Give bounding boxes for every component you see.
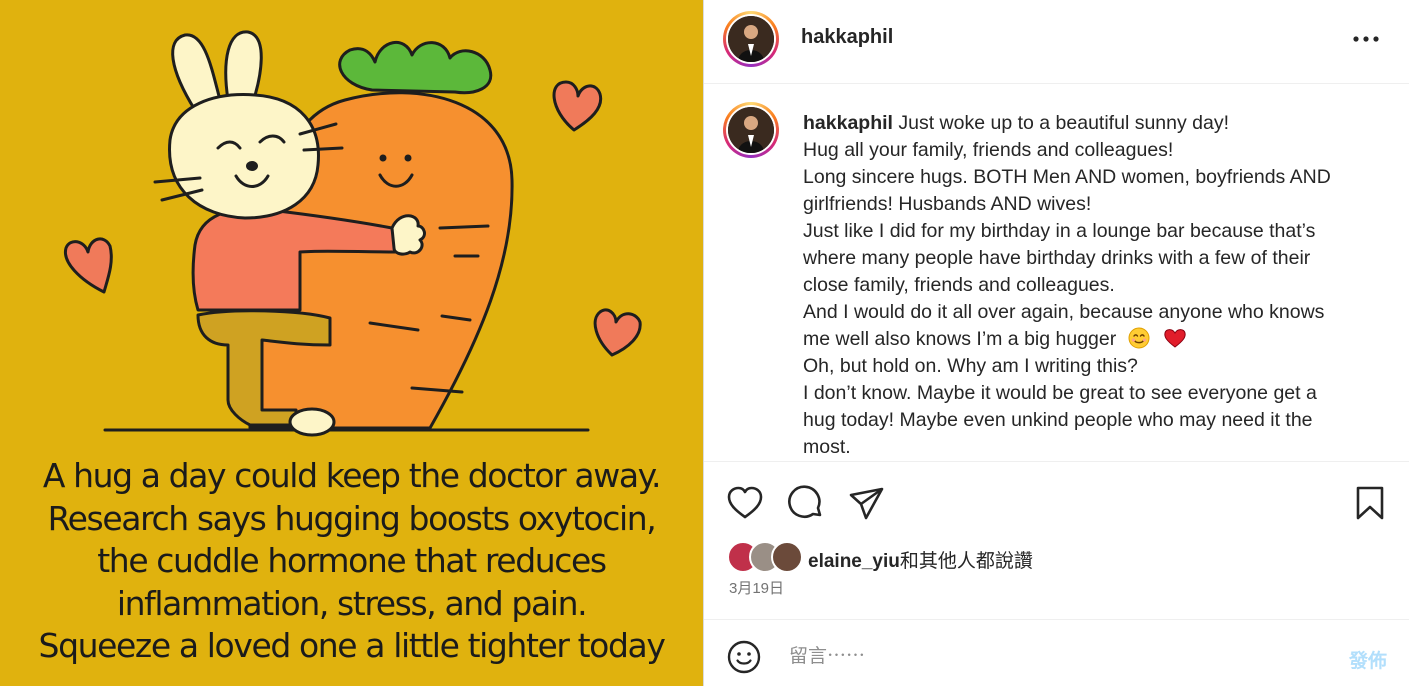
comment-input[interactable] xyxy=(787,638,1311,676)
header-username[interactable]: hakkaphil xyxy=(801,26,893,49)
caption-line: me well also knows I’m a big hugger xyxy=(803,326,1373,353)
image-caption-line: Research says hugging boosts oxytocin, xyxy=(47,498,657,538)
caption-line: where many people have birthday drinks w… xyxy=(803,247,1311,269)
bunny-hugging-carrot-illustration xyxy=(63,30,642,437)
image-caption: A hug a day could keep the doctor away. … xyxy=(0,455,703,668)
post-header: hakkaphil xyxy=(703,0,1409,84)
action-bar xyxy=(703,462,1409,542)
liker-avatar[interactable] xyxy=(771,541,803,573)
caption-line: I don’t know. Maybe it would be great to… xyxy=(803,382,1317,404)
image-caption-line: the cuddle hormone that reduces xyxy=(97,541,607,580)
red-heart-emoji xyxy=(1164,329,1186,348)
bookmark-icon[interactable] xyxy=(1350,484,1390,524)
post-comment-button[interactable]: 發佈 xyxy=(1349,646,1387,673)
likes-text: elaine_yiu和其他人都說讚 xyxy=(808,551,1033,572)
emoji-icon[interactable] xyxy=(727,640,761,674)
caption-line: hakkaphil Just woke up to a beautiful su… xyxy=(803,112,1229,134)
caption-line: hug today! Maybe even unkind people who … xyxy=(803,409,1313,431)
comment-icon[interactable] xyxy=(786,484,826,524)
avatar[interactable] xyxy=(723,11,779,67)
caption-text: hakkaphil Just woke up to a beautiful su… xyxy=(803,110,1373,461)
caption-area: hakkaphil Just woke up to a beautiful su… xyxy=(703,84,1409,461)
liker-username[interactable]: elaine_yiu xyxy=(808,551,900,572)
heart-icon[interactable] xyxy=(725,484,765,524)
smiling-face-emoji xyxy=(1128,327,1150,349)
caption-line: most. xyxy=(803,436,851,458)
caption-line: Long sincere hugs. BOTH Men AND women, b… xyxy=(803,166,1331,188)
more-horizontal-icon[interactable] xyxy=(1351,27,1381,51)
image-caption-line: A hug a day could keep the doctor away. xyxy=(42,456,662,495)
post-date[interactable]: 3月19日 xyxy=(729,577,784,598)
caption-avatar[interactable] xyxy=(723,102,779,158)
caption-line: Hug all your family, friends and colleag… xyxy=(803,139,1174,161)
post-image: A hug a day could keep the doctor away. … xyxy=(0,0,703,686)
caption-line: close family, friends and colleagues. xyxy=(803,274,1115,296)
image-caption-line: Squeeze a loved one a little tighter tod… xyxy=(38,626,666,665)
caption-line: Just like I did for my birthday in a lou… xyxy=(803,220,1316,242)
post-side-panel: hakkaphil hakkaphil Just woke up to a be… xyxy=(703,0,1409,686)
image-caption-line: inflammation, stress, and pain. xyxy=(116,583,588,623)
comment-bar: 發佈 xyxy=(703,620,1409,686)
caption-line: Oh, but hold on. Why am I writing this? xyxy=(803,355,1138,377)
caption-line: And I would do it all over again, becaus… xyxy=(803,301,1325,323)
panel-divider xyxy=(703,0,704,686)
caption-username[interactable]: hakkaphil xyxy=(803,112,893,134)
share-icon[interactable] xyxy=(847,484,887,524)
caption-line: girlfriends! Husbands AND wives! xyxy=(803,193,1092,215)
